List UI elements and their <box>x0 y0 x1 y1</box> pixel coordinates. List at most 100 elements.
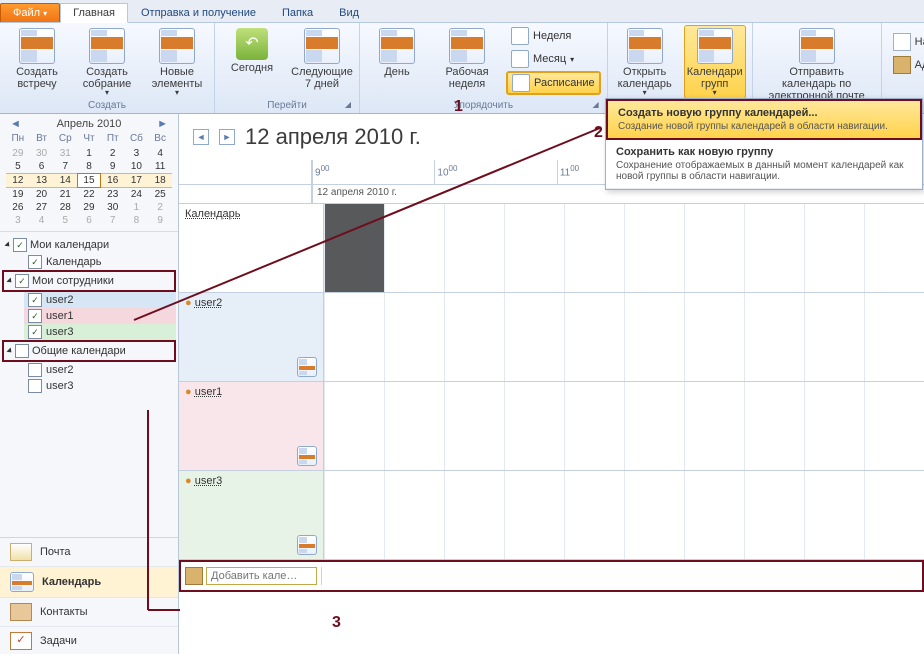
tree-group-my-calendars[interactable]: Мои календари <box>2 236 176 254</box>
mini-cal-day[interactable]: 31 <box>53 147 77 160</box>
prev-day-button[interactable]: ◄ <box>193 129 209 145</box>
annotation-1: 1 <box>454 98 463 116</box>
mini-calendar[interactable]: ◄ Апрель 2010 ► ПнВтСрЧтПтСбВс 293031123… <box>0 114 178 232</box>
find-contact-input[interactable]: Найти контакт ▾ <box>888 31 924 53</box>
mini-cal-day[interactable]: 1 <box>125 201 149 214</box>
nav-tasks[interactable]: ✓Задачи <box>0 627 178 654</box>
mini-cal-day[interactable]: 8 <box>77 160 101 173</box>
mini-cal-day[interactable]: 17 <box>125 173 149 188</box>
tree-item-shared-user3[interactable]: user3 <box>46 380 74 392</box>
mini-cal-day[interactable]: 2 <box>101 147 125 160</box>
checkbox[interactable] <box>28 309 42 323</box>
mini-cal-day[interactable]: 7 <box>53 160 77 173</box>
today-button[interactable]: ↶Сегодня <box>221 25 283 75</box>
row-label-user3[interactable]: ● user3 <box>179 471 324 559</box>
prev-month-button[interactable]: ◄ <box>6 118 25 130</box>
schedule-grid[interactable]: Календарь ● user2 ● user1 ● user3 <box>179 204 924 654</box>
tree-item-shared-user2[interactable]: user2 <box>46 364 74 376</box>
checkbox[interactable] <box>28 379 42 393</box>
menu-item-save-as-new-group[interactable]: Сохранить как новую группу Сохранение от… <box>606 140 922 189</box>
mini-cal-day[interactable]: 14 <box>53 173 77 188</box>
nav-contacts[interactable]: Контакты <box>0 598 178 627</box>
mini-cal-day[interactable]: 20 <box>30 188 54 201</box>
mini-cal-day[interactable]: 3 <box>6 214 30 227</box>
schedule-view-button[interactable]: Расписание <box>506 71 601 95</box>
open-calendar-button[interactable]: Открыть календарь▾ <box>614 25 676 99</box>
mini-cal-day[interactable]: 12 <box>6 173 30 188</box>
tree-item-user2[interactable]: user2 <box>46 294 74 306</box>
tab-file[interactable]: Файл ▾ <box>0 3 60 22</box>
work-week-button[interactable]: Рабочая неделя <box>436 25 498 91</box>
nav-calendar[interactable]: Календарь <box>0 567 178 598</box>
checkbox[interactable] <box>15 344 29 358</box>
tree-item-calendar[interactable]: Календарь <box>46 256 102 268</box>
mini-cal-day[interactable]: 7 <box>101 214 125 227</box>
mini-cal-day[interactable]: 11 <box>148 160 172 173</box>
new-items-button[interactable]: Новые элементы▾ <box>146 25 208 99</box>
mini-cal-day[interactable]: 27 <box>30 201 54 214</box>
mini-cal-day[interactable]: 30 <box>101 201 125 214</box>
mini-cal-day[interactable]: 4 <box>148 147 172 160</box>
new-appointment-button[interactable]: Создать встречу <box>6 25 68 91</box>
row-label-calendar[interactable]: Календарь <box>179 204 324 292</box>
nav-mail[interactable]: Почта <box>0 538 178 567</box>
mini-cal-day[interactable]: 6 <box>30 160 54 173</box>
mini-cal-day[interactable]: 10 <box>125 160 149 173</box>
tab-folder[interactable]: Папка <box>269 3 326 22</box>
mini-cal-day[interactable]: 23 <box>101 188 125 201</box>
week-view-button[interactable]: Неделя <box>506 25 576 47</box>
mini-cal-day[interactable]: 30 <box>30 147 54 160</box>
mini-cal-day[interactable]: 21 <box>53 188 77 201</box>
mini-cal-day[interactable]: 16 <box>101 173 125 188</box>
tree-item-user3[interactable]: user3 <box>46 326 74 338</box>
mini-cal-day[interactable]: 3 <box>125 147 149 160</box>
menu-item-create-new-group[interactable]: Создать новую группу календарей... Созда… <box>606 99 922 140</box>
mini-cal-day[interactable]: 9 <box>148 214 172 227</box>
next-day-button[interactable]: ► <box>219 129 235 145</box>
next-7-days-button[interactable]: Следующие 7 дней <box>291 25 353 91</box>
row-label-user1[interactable]: ● user1 <box>179 382 324 470</box>
address-book-button[interactable]: Адресная книга <box>888 54 924 76</box>
calendar-groups-button[interactable]: Календари групп▾ <box>684 25 746 99</box>
mini-cal-day[interactable]: 29 <box>77 201 101 214</box>
mini-cal-day[interactable]: 8 <box>125 214 149 227</box>
mini-cal-day[interactable]: 22 <box>77 188 101 201</box>
email-calendar-button[interactable]: Отправить календарь по электронной почте <box>759 25 875 103</box>
mail-icon <box>10 543 32 561</box>
tab-send-receive[interactable]: Отправка и получение <box>128 3 269 22</box>
checkbox[interactable] <box>28 325 42 339</box>
checkbox[interactable] <box>13 238 27 252</box>
checkbox[interactable] <box>28 363 42 377</box>
mini-cal-day[interactable]: 5 <box>53 214 77 227</box>
tree-group-my-coworkers[interactable]: Мои сотрудники <box>2 270 176 292</box>
mini-cal-day[interactable]: 9 <box>101 160 125 173</box>
mini-cal-day[interactable]: 19 <box>6 188 30 201</box>
add-calendar-input[interactable] <box>206 567 317 585</box>
tab-home[interactable]: Главная <box>60 3 128 23</box>
mini-cal-day[interactable]: 18 <box>148 173 172 188</box>
calendar-tree: Мои календари Календарь Мои сотрудники u… <box>0 232 178 537</box>
month-view-button[interactable]: Месяц ▾ <box>506 48 579 70</box>
mini-cal-day[interactable]: 13 <box>30 173 54 188</box>
checkbox[interactable] <box>28 255 42 269</box>
mini-cal-day[interactable]: 6 <box>77 214 101 227</box>
day-view-button[interactable]: День <box>366 25 428 79</box>
mini-cal-day[interactable]: 5 <box>6 160 30 173</box>
mini-cal-day[interactable]: 15 <box>77 173 101 188</box>
checkbox[interactable] <box>15 274 29 288</box>
mini-cal-day[interactable]: 29 <box>6 147 30 160</box>
new-meeting-button[interactable]: Создать собрание▾ <box>76 25 138 99</box>
row-label-user2[interactable]: ● user2 <box>179 293 324 381</box>
mini-cal-day[interactable]: 26 <box>6 201 30 214</box>
mini-cal-day[interactable]: 28 <box>53 201 77 214</box>
mini-cal-day[interactable]: 24 <box>125 188 149 201</box>
mini-cal-day[interactable]: 4 <box>30 214 54 227</box>
next-month-button[interactable]: ► <box>153 118 172 130</box>
mini-cal-day[interactable]: 25 <box>148 188 172 201</box>
mini-cal-day[interactable]: 2 <box>148 201 172 214</box>
checkbox[interactable] <box>28 293 42 307</box>
tree-group-shared-calendars[interactable]: Общие календари <box>2 340 176 362</box>
tree-item-user1[interactable]: user1 <box>46 310 74 322</box>
tab-view[interactable]: Вид <box>326 3 372 22</box>
mini-cal-day[interactable]: 1 <box>77 147 101 160</box>
